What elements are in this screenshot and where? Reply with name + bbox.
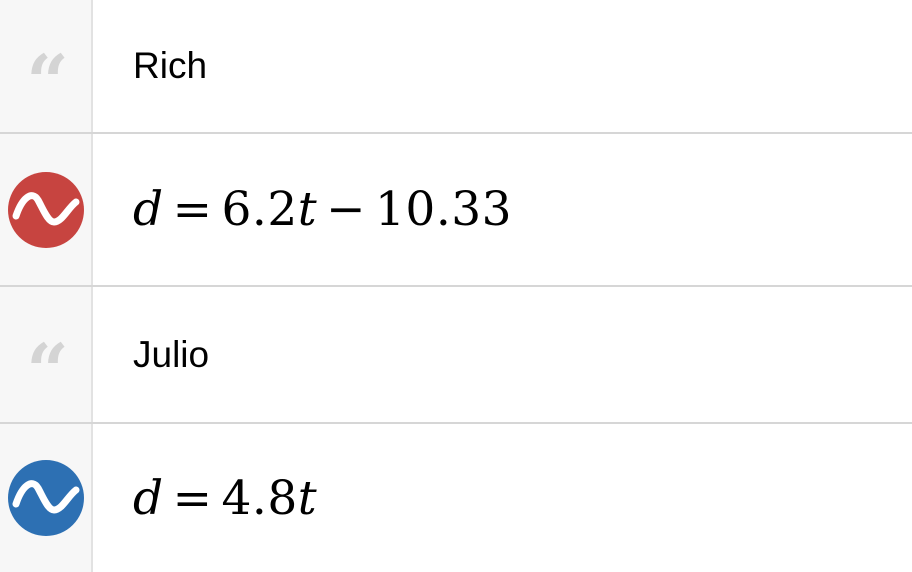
expression-row[interactable]: d = 6.2t −10.33 bbox=[0, 134, 912, 287]
note-content[interactable]: Rich bbox=[93, 0, 912, 132]
math-variable: t bbox=[297, 182, 318, 237]
math-coefficient: 6.2 bbox=[221, 182, 298, 237]
math-lhs: d bbox=[133, 470, 164, 526]
math-lhs: d bbox=[133, 182, 164, 237]
row-gutter[interactable]: “ bbox=[0, 287, 93, 422]
math-equals: = bbox=[172, 182, 213, 237]
expression-row[interactable]: d = 4.8t bbox=[0, 424, 912, 572]
math-expression[interactable]: d = 4.8t bbox=[133, 471, 317, 526]
note-row[interactable]: “ Rich bbox=[0, 0, 912, 134]
note-text[interactable]: Rich bbox=[133, 45, 207, 87]
math-coefficient: 4.8 bbox=[221, 470, 298, 526]
row-gutter[interactable] bbox=[0, 134, 93, 285]
math-variable: t bbox=[297, 470, 318, 526]
expression-content[interactable]: d = 4.8t bbox=[93, 424, 912, 572]
quote-icon: “ bbox=[26, 40, 69, 126]
math-constant: 10.33 bbox=[375, 182, 513, 237]
sine-wave-icon[interactable] bbox=[7, 171, 84, 248]
math-expression[interactable]: d = 6.2t −10.33 bbox=[133, 182, 512, 237]
expression-content[interactable]: d = 6.2t −10.33 bbox=[93, 134, 912, 285]
math-equals: = bbox=[172, 470, 213, 526]
note-content[interactable]: Julio bbox=[93, 287, 912, 422]
row-gutter[interactable]: “ bbox=[0, 0, 93, 132]
quote-icon: “ bbox=[26, 328, 69, 415]
expression-list: “ Rich d = 6.2t −10.33 “ Julio d = 4.8t bbox=[0, 0, 912, 572]
row-gutter[interactable] bbox=[0, 424, 93, 572]
note-row[interactable]: “ Julio bbox=[0, 287, 912, 424]
math-operator: − bbox=[326, 182, 367, 237]
sine-wave-icon[interactable] bbox=[7, 460, 84, 536]
note-text[interactable]: Julio bbox=[133, 334, 209, 376]
